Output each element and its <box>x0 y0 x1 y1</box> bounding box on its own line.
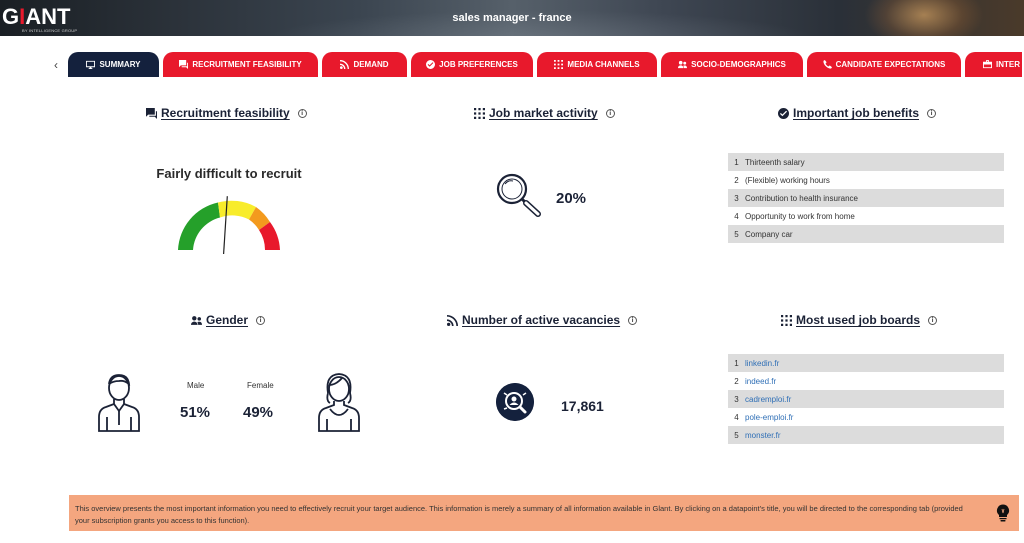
gauge-segment-green <box>178 202 220 250</box>
job-boards-list: 1 linkedin.fr 2 indeed.fr 3 cadremploi.fr 4… <box>728 354 1004 444</box>
rss-icon <box>340 60 350 69</box>
male-person-icon <box>98 374 140 432</box>
job-board-link[interactable]: monster.fr <box>745 431 781 440</box>
list-item: 2 (Flexible) working hours <box>734 175 830 185</box>
list-item: 4 Opportunity to work from home <box>734 211 855 221</box>
info-icon[interactable]: i <box>297 108 307 118</box>
job-board-link[interactable]: cadremploi.fr <box>745 395 791 404</box>
check-circle-icon <box>778 107 789 119</box>
info-icon[interactable]: i <box>928 315 938 325</box>
list-item: 1 linkedin.fr <box>728 354 1004 372</box>
tab-candidate-expectations[interactable]: CANDIDATE EXPECTATIONS <box>807 52 961 77</box>
magnifier-icon <box>496 173 541 217</box>
tab-international[interactable]: INTER <box>965 52 1022 77</box>
list-item: 4 pole-emploi.fr <box>734 412 794 422</box>
feasibility-status: Fairly difficult to recruit <box>156 166 302 181</box>
grid-icon <box>781 314 792 326</box>
list-item: 1 Thirteenth salary <box>728 153 1004 171</box>
monitor-icon <box>86 60 96 69</box>
check-circle-icon <box>426 60 436 69</box>
logo-subtitle: BY INTELLIGENCE GROUP <box>22 28 78 33</box>
lightbulb-icon[interactable] <box>996 504 1010 522</box>
female-value: 49% <box>243 404 274 421</box>
info-banner: This overview presents the most importan… <box>69 495 1019 531</box>
tab-media-channels[interactable]: MEDIA CHANNELS <box>537 52 657 77</box>
job-market-activity-title[interactable]: Job market activity i <box>474 106 615 120</box>
vacancy-search-icon <box>496 383 534 421</box>
tab-socio-demographics[interactable]: SOCIO-DEMOGRAPHICS <box>661 52 803 77</box>
list-item: 5 monster.fr <box>728 426 1004 444</box>
briefcase-icon <box>983 60 992 69</box>
info-icon[interactable]: i <box>628 315 638 325</box>
list-item: 2 indeed.fr <box>734 376 777 386</box>
male-label: Male <box>187 381 205 390</box>
male-value: 51% <box>180 404 211 421</box>
job-board-link[interactable]: indeed.fr <box>745 377 776 386</box>
info-icon[interactable]: i <box>605 108 615 118</box>
tab-recruitment-feasibility[interactable]: RECRUITMENT FEASIBILITY <box>163 52 318 77</box>
info-icon[interactable]: i <box>927 108 936 118</box>
tab-summary[interactable]: SUMMARY <box>68 52 159 77</box>
job-market-activity-value: 20% <box>556 190 587 207</box>
important-job-benefits-title[interactable]: Important job benefits i <box>778 106 936 120</box>
list-item: 5 Company car <box>728 225 1004 243</box>
active-vacancies-value: 17,861 <box>561 398 604 414</box>
page-title: sales manager - france <box>452 12 572 24</box>
rss-icon <box>447 314 458 326</box>
people-icon <box>678 60 688 69</box>
people-icon <box>191 315 202 325</box>
female-person-icon <box>318 373 360 432</box>
tab-demand[interactable]: DEMAND <box>322 52 407 77</box>
job-board-link[interactable]: pole-emploi.fr <box>745 413 793 422</box>
tabs-scroll-left-icon[interactable]: ‹ <box>54 58 58 72</box>
female-label: Female <box>247 381 274 390</box>
chat-icon <box>179 60 189 69</box>
grid-icon <box>474 107 485 119</box>
app-header: GIANT BY INTELLIGENCE GROUP sales manage… <box>0 0 1024 36</box>
job-benefits-list: 1 Thirteenth salary 2 (Flexible) working h… <box>728 153 1004 243</box>
info-banner-text: This overview presents the most importan… <box>75 504 963 525</box>
gender-title[interactable]: Gender i <box>191 313 266 327</box>
gauge-segment-yellow <box>218 200 256 220</box>
grid-icon <box>554 60 564 69</box>
phone-icon <box>823 60 832 69</box>
active-vacancies-title[interactable]: Number of active vacancies i <box>447 313 638 327</box>
job-board-link[interactable]: linkedin.fr <box>745 359 779 368</box>
most-used-job-boards-title[interactable]: Most used job boards i <box>781 313 938 327</box>
list-item: 3 cadremploi.fr <box>728 390 1004 408</box>
tab-job-preferences[interactable]: JOB PREFERENCES <box>411 52 533 77</box>
info-icon[interactable]: i <box>256 315 266 325</box>
recruitment-feasibility-title[interactable]: Recruitment feasibility i <box>146 106 307 120</box>
feasibility-gauge <box>178 196 280 255</box>
list-item: 3 Contribution to health insurance <box>728 189 1004 207</box>
chat-icon <box>146 107 157 119</box>
tab-bar: SUMMARY RECRUITMENT FEASIBILITY DEMAND J… <box>68 52 1024 77</box>
